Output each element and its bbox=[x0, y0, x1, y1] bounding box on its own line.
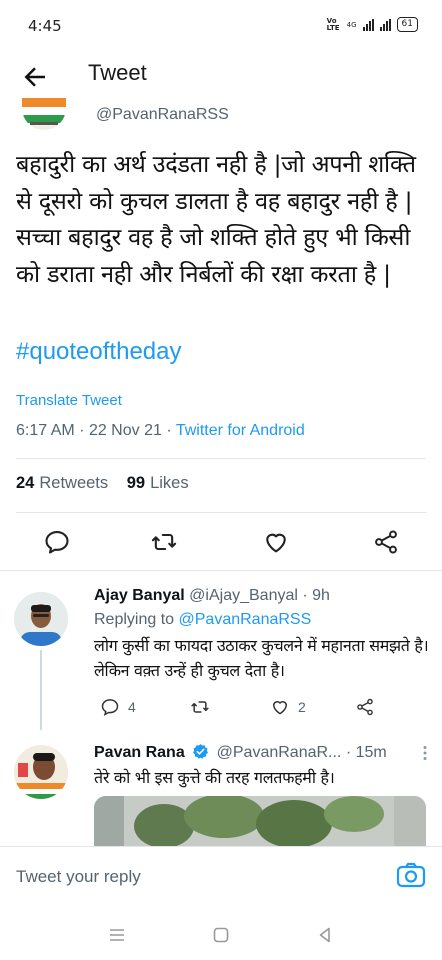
home-nav-icon[interactable] bbox=[212, 926, 230, 944]
tweet-meta: 6:17 AM · 22 Nov 21 · Twitter for Androi… bbox=[16, 422, 305, 439]
retweets-count: 24 bbox=[16, 474, 35, 492]
retweets-label: Retweets bbox=[39, 474, 109, 492]
page-title: Tweet bbox=[88, 60, 147, 85]
divider bbox=[16, 512, 426, 513]
reply-share-button[interactable] bbox=[355, 697, 375, 717]
back-nav-icon[interactable] bbox=[316, 926, 334, 944]
reply-author-name: Ajay Banyal bbox=[94, 587, 185, 604]
volte-label: Vo LTE bbox=[326, 16, 340, 32]
reply-avatar[interactable] bbox=[14, 592, 68, 646]
replying-to-mention[interactable]: @PavanRanaRSS bbox=[179, 611, 312, 628]
like-heart-icon[interactable] bbox=[262, 528, 290, 556]
reply-author-handle: @iAjay_Banyal bbox=[189, 587, 298, 604]
reply-author[interactable]: Pavan Rana @PavanRanaR... · 15m bbox=[94, 743, 387, 762]
tweet-stats: 24 Retweets 99 Likes bbox=[16, 474, 189, 493]
reply-like-button[interactable]: 2 bbox=[270, 697, 306, 717]
app-header: Tweet bbox=[0, 50, 442, 102]
hashtag-link[interactable]: #quoteoftheday bbox=[16, 338, 181, 366]
back-arrow-icon[interactable] bbox=[20, 62, 50, 92]
menu-nav-icon[interactable] bbox=[108, 926, 126, 944]
compose-bar: Tweet your reply bbox=[0, 846, 442, 906]
reply-text: तेरे को भी इस कुत्ते की तरह गलतफहमी है। bbox=[94, 768, 335, 787]
reply-avatar[interactable] bbox=[14, 745, 68, 799]
author-avatar[interactable] bbox=[22, 98, 66, 130]
reply-time: 15m bbox=[355, 744, 387, 761]
like-heart-icon bbox=[272, 701, 288, 715]
status-icons: Vo LTE 4G 61 bbox=[327, 17, 418, 32]
reply-icon bbox=[101, 699, 119, 717]
reply-author[interactable]: Ajay Banyal @iAjay_Banyal · 9h bbox=[94, 587, 330, 605]
tweet-text: बहादुरी का अर्थ उदंडता नही है |जो अपनी श… bbox=[16, 150, 416, 288]
reply-reply-count: 4 bbox=[128, 699, 136, 715]
divider bbox=[0, 570, 442, 571]
retweet-icon bbox=[191, 701, 209, 713]
tweet-time: 6:17 AM bbox=[16, 422, 75, 439]
more-options-icon[interactable] bbox=[422, 745, 428, 761]
verified-badge-icon bbox=[193, 744, 209, 759]
retweet-icon[interactable] bbox=[150, 528, 178, 556]
share-icon bbox=[357, 698, 373, 716]
signal-icon-2 bbox=[379, 18, 391, 31]
likes-label: Likes bbox=[150, 474, 189, 492]
tweet-date: 22 Nov 21 bbox=[88, 422, 162, 439]
reply-media-image[interactable] bbox=[94, 796, 426, 848]
replying-to: Replying to @PavanRanaRSS bbox=[94, 611, 312, 628]
likes-stat[interactable]: 99 Likes bbox=[127, 474, 189, 492]
reply-input[interactable]: Tweet your reply bbox=[16, 867, 141, 887]
likes-count: 99 bbox=[126, 474, 146, 492]
reply-author-handle: @PavanRanaR... bbox=[216, 744, 342, 761]
retweets-stat[interactable]: 24 Retweets bbox=[16, 474, 108, 492]
reply-time: 9h bbox=[312, 587, 330, 604]
camera-icon[interactable] bbox=[396, 861, 426, 889]
translate-tweet-link[interactable]: Translate Tweet bbox=[16, 392, 122, 409]
thread-line bbox=[40, 650, 42, 730]
status-bar: 4:45 Vo LTE 4G 61 bbox=[0, 0, 442, 50]
share-icon[interactable] bbox=[372, 528, 400, 556]
signal-icon bbox=[362, 18, 374, 31]
divider bbox=[16, 458, 426, 459]
status-time: 4:45 bbox=[28, 17, 62, 35]
reply-text: लोग कुर्सी का फायदा उठाकर कुचलने में महा… bbox=[94, 636, 429, 680]
reply-author-name: Pavan Rana bbox=[94, 744, 185, 761]
reply-retweet-button[interactable] bbox=[190, 697, 210, 717]
author-handle[interactable]: @PavanRanaRSS bbox=[96, 106, 229, 124]
reply-like-count: 2 bbox=[298, 699, 306, 715]
battery-icon: 61 bbox=[396, 17, 418, 32]
reply-reply-button[interactable]: 4 bbox=[100, 697, 136, 717]
reply-icon[interactable] bbox=[43, 528, 71, 556]
system-nav-bar bbox=[0, 906, 442, 960]
tweet-source[interactable]: Twitter for Android bbox=[176, 422, 305, 439]
network-type-label: 4G bbox=[346, 20, 357, 29]
